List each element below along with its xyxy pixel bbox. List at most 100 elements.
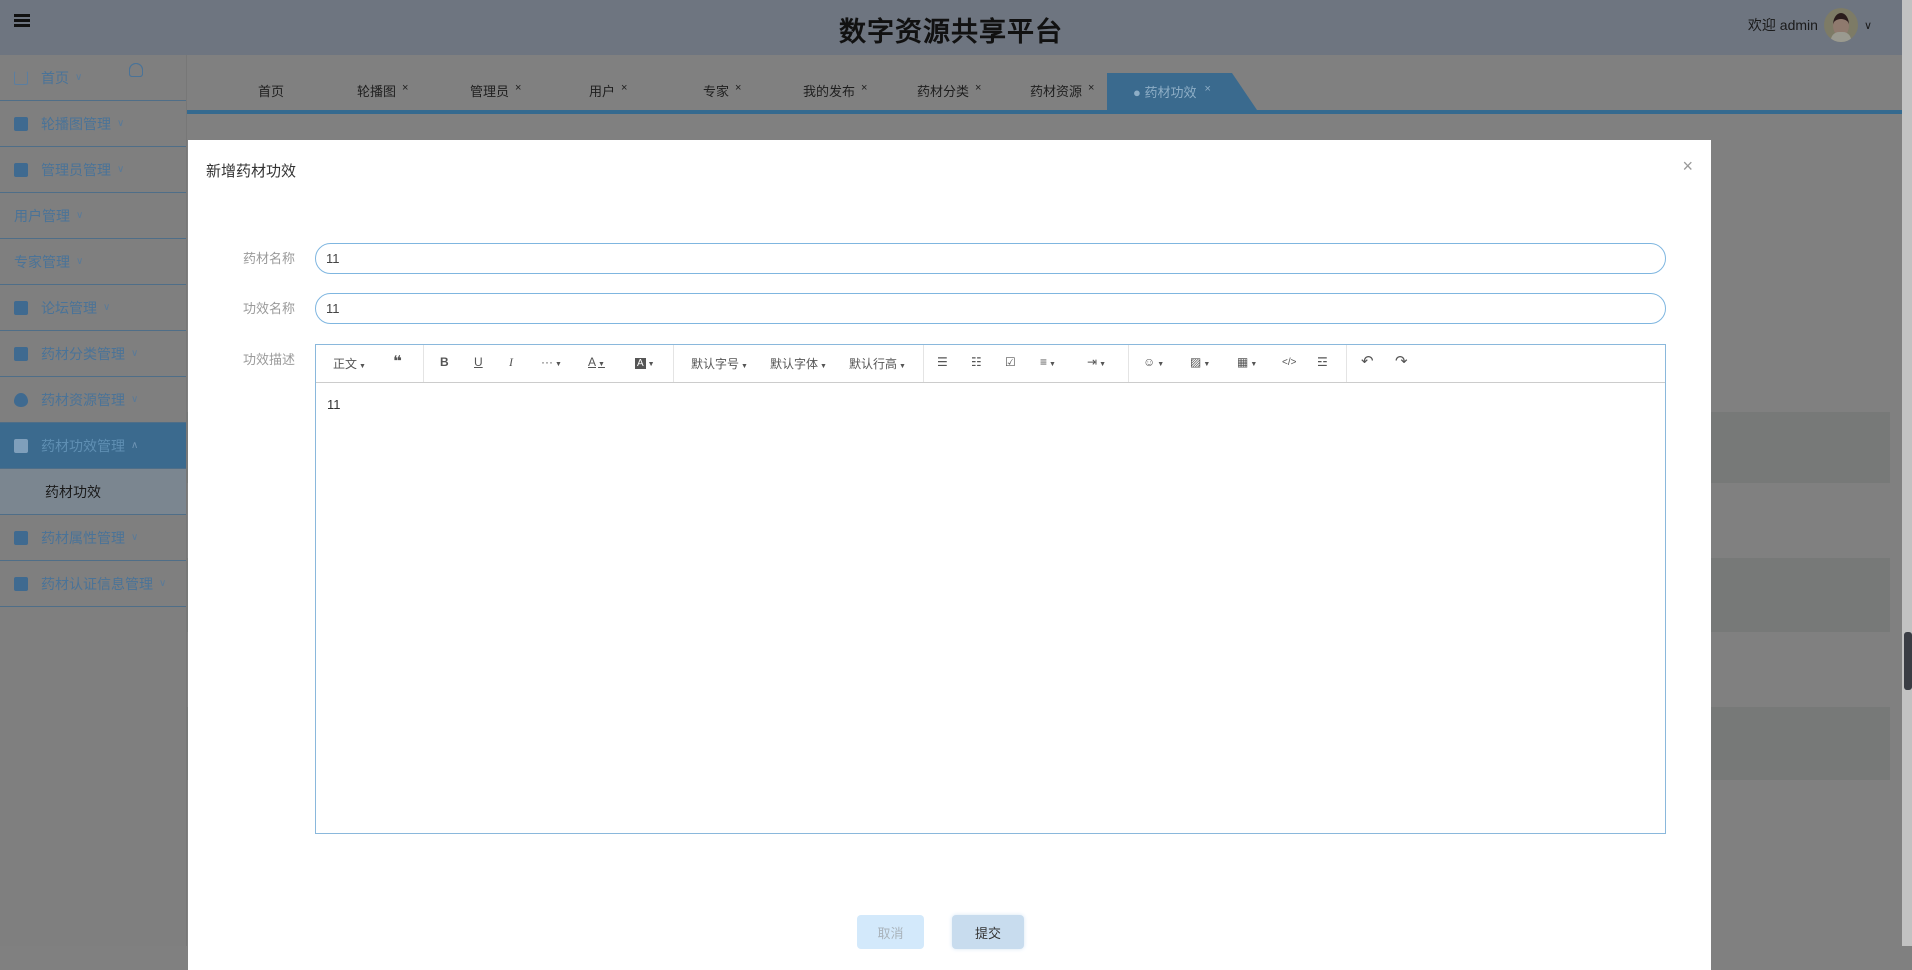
align-dropdown[interactable]: ≡ ▼: [1040, 355, 1056, 369]
tab-carousel[interactable]: 轮播图 ×: [357, 81, 408, 100]
tab-admins[interactable]: 管理员 ×: [470, 81, 521, 100]
paragraph-dropdown[interactable]: 正文 ▼: [333, 355, 366, 372]
table-dropdown[interactable]: ▦ ▼: [1237, 355, 1257, 369]
todo-icon[interactable]: ☑: [1005, 355, 1016, 369]
user-menu[interactable]: 欢迎 admin ∨: [1748, 8, 1872, 42]
toolbar-divider: [1346, 345, 1347, 382]
herb-name-input[interactable]: [315, 243, 1666, 274]
herb-name-label: 药材名称: [243, 251, 296, 266]
chevron-up-icon: ∧: [131, 440, 139, 451]
tab-bar: 首页 轮播图 × 管理员 × 用户 × 专家 × 我的发布 × 药材分类 × 药材资源 × ●…: [187, 55, 1902, 114]
wallet-icon: [14, 300, 28, 315]
briefcase-icon: [14, 162, 28, 177]
sidebar-item-admins[interactable]: 管理员管理 ∨: [0, 147, 186, 193]
chevron-down-icon: ∨: [159, 578, 167, 589]
background-color-dropdown[interactable]: A ▼: [635, 355, 655, 369]
more-styles-dropdown[interactable]: ··· ▼: [541, 355, 562, 369]
toolbar-divider: [673, 345, 674, 382]
tab-herb-category[interactable]: 药材分类 ×: [917, 81, 981, 100]
chevron-down-icon: ∨: [117, 164, 125, 175]
close-icon[interactable]: ×: [975, 82, 981, 94]
editor-toolbar: 正文 ▼ ❝ B U I ··· ▼ A ▼ A ▼ 默认字号 ▼ 默认字体 ▼ 默认行高 ▼…: [316, 345, 1665, 383]
user-icon: [129, 63, 143, 77]
bold-icon[interactable]: B: [440, 355, 449, 369]
code-icon[interactable]: </>: [1282, 357, 1296, 368]
efficacy-desc-label: 功效描述: [243, 352, 296, 367]
sidebar-subitem-herb-efficacy[interactable]: 药材功效: [0, 469, 186, 515]
chevron-down-icon: ∨: [75, 72, 83, 83]
close-icon[interactable]: ×: [1682, 156, 1693, 177]
efficacy-name-input[interactable]: [315, 293, 1666, 324]
sidebar-item-herb-resource[interactable]: 药材资源管理 ∨: [0, 377, 186, 423]
chevron-down-icon: ∨: [76, 256, 84, 267]
chevron-down-icon: ∨: [131, 394, 139, 405]
avatar[interactable]: [1823, 8, 1858, 42]
dialog-title: 新增药材功效: [206, 163, 297, 180]
add-efficacy-dialog: 新增药材功效 × 药材名称 功效名称 功效描述 正文▼ ❝ B U I ···▼…: [188, 140, 1711, 970]
sidebar-item-herb-efficacy[interactable]: 药材功效管理 ∧: [0, 423, 186, 469]
efficacy-name-label: 功效名称: [243, 301, 296, 316]
toolbar-divider: [423, 345, 424, 382]
indent-dropdown[interactable]: ⇥ ▼: [1087, 355, 1106, 369]
tab-home[interactable]: 首页: [258, 81, 284, 100]
monitor-icon: [14, 576, 28, 591]
line-height-dropdown[interactable]: 默认行高 ▼: [849, 355, 906, 372]
close-icon[interactable]: ×: [515, 82, 521, 94]
italic-icon[interactable]: I: [509, 355, 513, 370]
sidebar-item-herb-certification[interactable]: 药材认证信息管理 ∨: [0, 561, 186, 607]
toolbar-divider: [1128, 345, 1129, 382]
sidebar-item-experts[interactable]: 专家管理 ∨: [0, 63, 186, 285]
undo-icon[interactable]: ↶: [1361, 352, 1374, 370]
sidebar-item-home[interactable]: 首页 ∨: [0, 55, 186, 101]
font-family-dropdown[interactable]: 默认字体 ▼: [770, 355, 827, 372]
divider-icon[interactable]: ☲: [1317, 355, 1328, 369]
welcome-text: 欢迎 admin: [1747, 17, 1818, 33]
drop-icon: [14, 392, 28, 407]
redo-icon[interactable]: ↷: [1395, 352, 1408, 370]
underline-icon[interactable]: U: [474, 355, 483, 369]
chevron-down-icon: ∨: [117, 118, 125, 129]
scrollbar-thumb[interactable]: [1904, 632, 1912, 690]
close-icon[interactable]: ×: [621, 82, 627, 94]
close-icon[interactable]: ×: [1088, 82, 1094, 94]
toolbar-divider: [923, 345, 924, 382]
font-color-dropdown[interactable]: A ▼: [588, 355, 605, 369]
editor-content[interactable]: 11: [316, 383, 1665, 426]
home-icon: [14, 70, 28, 85]
tab-experts[interactable]: 专家 ×: [703, 81, 741, 100]
chevron-down-icon: ∨: [131, 532, 139, 543]
tab-my-posts[interactable]: 我的发布 ×: [803, 81, 867, 100]
sidebar-item-herb-category[interactable]: 药材分类管理 ∨: [0, 331, 186, 377]
close-icon[interactable]: ×: [1204, 83, 1210, 95]
tab-herb-resource[interactable]: 药材资源 ×: [1030, 81, 1094, 100]
picture-icon: [14, 116, 28, 131]
chevron-down-icon: ∨: [76, 210, 84, 221]
close-icon[interactable]: ×: [861, 82, 867, 94]
sidebar-item-forum[interactable]: 论坛管理 ∨: [0, 285, 186, 331]
quote-icon[interactable]: ❝: [393, 352, 402, 370]
cancel-button[interactable]: 取消: [857, 915, 924, 949]
submit-button[interactable]: 提交: [952, 915, 1024, 949]
card-icon: [14, 530, 28, 545]
chevron-down-icon[interactable]: ∨: [1864, 19, 1872, 32]
tab-herb-efficacy[interactable]: ● 药材功效 ×: [1107, 73, 1257, 110]
chevron-down-icon: ∨: [131, 348, 139, 359]
sidebar-item-herb-attribute[interactable]: 药材属性管理 ∨: [0, 515, 186, 561]
font-size-dropdown[interactable]: 默认字号 ▼: [691, 355, 748, 372]
emoji-dropdown[interactable]: ☺ ▼: [1143, 355, 1164, 369]
book-icon: [14, 346, 28, 361]
chevron-down-icon: ∨: [103, 302, 111, 313]
numbered-list-icon[interactable]: ☷: [971, 355, 982, 369]
close-icon[interactable]: ×: [735, 82, 741, 94]
bullet-list-icon[interactable]: ☰: [937, 355, 948, 369]
image-dropdown[interactable]: ▨ ▼: [1190, 355, 1210, 369]
sidebar-item-users[interactable]: 用户管理 ∨: [0, 63, 186, 239]
box-icon: [14, 438, 28, 453]
page-scrollbar[interactable]: [1902, 0, 1912, 946]
close-icon[interactable]: ×: [402, 82, 408, 94]
rich-text-editor: 正文 ▼ ❝ B U I ··· ▼ A ▼ A ▼ 默认字号 ▼ 默认字体 ▼ 默认行高 ▼…: [315, 344, 1666, 834]
sidebar-item-carousel[interactable]: 轮播图管理 ∨: [0, 101, 186, 147]
tab-underline: [187, 110, 1902, 114]
tab-users[interactable]: 用户 ×: [589, 81, 627, 100]
top-header: 数字资源共享平台 欢迎 admin ∨: [0, 0, 1902, 55]
